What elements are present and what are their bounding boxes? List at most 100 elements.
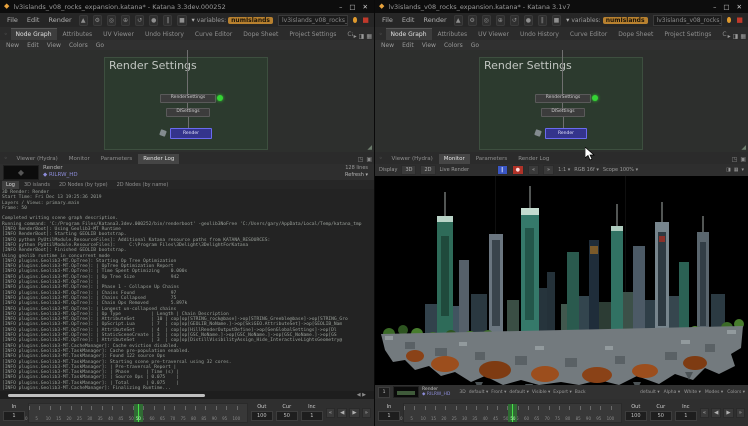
in-field[interactable]: 1 — [3, 411, 25, 421]
export-dropdown[interactable]: Export ▾ — [553, 390, 571, 395]
render-log-subtab-2[interactable]: 2D Nodes (by type) — [55, 181, 112, 189]
menu-edit[interactable]: Edit — [400, 16, 417, 24]
undo-icon[interactable]: ↺ — [510, 15, 519, 26]
main-tab-4[interactable]: Curve Editor — [565, 29, 612, 40]
minimize-button[interactable]: – — [713, 3, 716, 11]
menu-file[interactable]: File — [5, 16, 20, 24]
stop-render-icon[interactable]: ■ — [552, 15, 561, 26]
out-field[interactable]: 100 — [625, 411, 647, 421]
menu-file[interactable]: File — [380, 16, 395, 24]
main-tab-0[interactable]: Node Graph — [386, 28, 432, 40]
node-rendersettings[interactable]: RenderSettings — [535, 94, 591, 103]
scroll-arrows-icon[interactable]: ◀ ▶ — [357, 392, 366, 398]
channel-mode-dropdown[interactable]: RGB 16f ▾ — [574, 167, 599, 173]
node-view-flag-green[interactable] — [592, 95, 598, 101]
pause-render-icon[interactable]: ‖ — [538, 15, 547, 26]
panel-menu-icon[interactable]: ◦ — [379, 31, 383, 38]
step-back-button[interactable]: ◀ — [337, 408, 347, 418]
split-panel-icon[interactable]: ◨ — [733, 33, 739, 40]
pointer-tool-icon[interactable]: ▲ — [454, 15, 463, 26]
colors-dropdown[interactable]: Colors ▾ — [727, 390, 745, 395]
in-field[interactable]: 1 — [378, 411, 400, 421]
scene-filename-field[interactable]: lv3islands_v08_rocks_M — [278, 15, 348, 26]
live-render-label[interactable]: Live Render — [440, 167, 470, 173]
nodegraph-menu-item-2[interactable]: View — [47, 42, 61, 49]
frame-ruler[interactable]: 0510152025303540455055606570758085909510… — [403, 403, 622, 423]
target-icon[interactable]: ◎ — [107, 15, 116, 26]
nodegraph-menu-item-3[interactable]: Colors — [69, 42, 88, 49]
step-back-button[interactable]: ◀ — [711, 408, 721, 418]
minimize-button[interactable]: – — [339, 3, 342, 11]
main-tab-1[interactable]: Attributes — [58, 29, 98, 40]
render-log-subtab-3[interactable]: 2D Nodes (by name) — [113, 181, 173, 189]
render-log-subtab-0[interactable]: Log — [2, 181, 19, 189]
front-channel-dropdown[interactable]: default ▾ — [509, 390, 529, 395]
record-button[interactable]: ● — [512, 165, 524, 175]
main-tab-7[interactable]: Catalog — [342, 29, 352, 40]
log-horizontal-scrollbar[interactable]: ◀ ▶ — [0, 391, 374, 399]
render-dot-icon[interactable]: ● — [149, 15, 158, 26]
compare-icon[interactable]: ◨ — [726, 167, 731, 173]
visible-dropdown[interactable]: Visible ▾ — [532, 390, 550, 395]
panel-tab-3[interactable]: Render Log — [138, 154, 179, 164]
main-tab-1[interactable]: Attributes — [433, 29, 473, 40]
scene-filename-field[interactable]: lv3islands_v08_rocks_M — [653, 15, 722, 26]
main-tab-2[interactable]: UV Viewer — [473, 29, 514, 40]
panel-tab-2[interactable]: Parameters — [471, 154, 512, 164]
node-graph-canvas[interactable]: Render Settings RenderSettings DlSetting… — [375, 50, 748, 152]
node-rendersettings[interactable]: RenderSettings — [160, 94, 216, 103]
catalog-slot-field[interactable]: 1 — [378, 387, 390, 398]
add-icon[interactable]: ⊕ — [496, 15, 505, 26]
play-button[interactable]: ▶ — [349, 408, 359, 418]
title-bar[interactable]: ◆ lv3islands_v08_rocks_expansion.katana*… — [0, 0, 374, 13]
current-frame-field[interactable]: 50 — [650, 411, 672, 421]
last-frame-button[interactable]: » — [736, 408, 745, 418]
refresh-button[interactable]: Refresh ▾ — [345, 172, 368, 179]
main-tab-0[interactable]: Node Graph — [11, 28, 57, 40]
panel-menu-icon[interactable]: ◦ — [4, 155, 8, 162]
menu-render[interactable]: Render — [46, 16, 73, 24]
scrollbar-thumb[interactable] — [8, 394, 205, 397]
main-tab-4[interactable]: Curve Editor — [190, 29, 237, 40]
scope-dropdown[interactable]: Scope 100% ▾ — [603, 167, 638, 173]
split-panel-icon[interactable]: ◨ — [359, 33, 365, 40]
node-dlsettings[interactable]: DlSettings — [166, 108, 210, 117]
panel-tab-0[interactable]: Viewer (Hydra) — [12, 154, 63, 164]
layers-icon[interactable]: ▦ — [734, 167, 739, 173]
inc-field[interactable]: 1 — [301, 411, 323, 421]
pin-icon[interactable]: ◳ — [358, 156, 364, 163]
main-tab-3[interactable]: Undo History — [515, 29, 564, 40]
mode-2d-button[interactable]: 2D — [420, 165, 435, 175]
resize-corner-icon[interactable]: ◢ — [741, 144, 746, 151]
panel-tab-2[interactable]: Parameters — [96, 154, 137, 164]
next-frame-button[interactable]: » — [543, 165, 554, 175]
node-render[interactable]: Render — [170, 128, 212, 139]
current-frame-field[interactable]: 50 — [276, 411, 298, 421]
pause-button[interactable]: ‖ — [497, 165, 508, 175]
zoom-level-dropdown[interactable]: 1:1 ▾ — [558, 167, 570, 173]
ruler-tick-100[interactable]: 100 — [237, 404, 247, 422]
main-tab-2[interactable]: UV Viewer — [98, 29, 139, 40]
add-icon[interactable]: ⊕ — [121, 15, 130, 26]
pin-icon[interactable]: ◳ — [732, 156, 738, 163]
overflow-right-icon[interactable]: ▸ — [728, 33, 731, 40]
catalog-item-name[interactable]: ◆ RILRW_HD — [43, 172, 78, 179]
main-tab-3[interactable]: Undo History — [140, 29, 189, 40]
close-button[interactable]: ✕ — [363, 3, 368, 11]
variables-value[interactable]: numIslands — [603, 17, 648, 24]
variables-widget[interactable]: ▾ variables: numIslands — [566, 16, 647, 24]
grid-panel-icon[interactable]: ▦ — [740, 33, 746, 40]
monitor-options-icon[interactable]: ▾ — [741, 167, 744, 173]
maximize-button[interactable]: □ — [723, 3, 729, 11]
variables-value[interactable]: numIslands — [228, 17, 273, 24]
render-dot-icon[interactable]: ● — [524, 15, 533, 26]
panel-tab-1[interactable]: Monitor — [64, 154, 95, 164]
render-thumbnail[interactable]: ◆ — [3, 165, 39, 180]
back-channel-dropdown[interactable]: default ▾ — [640, 390, 660, 395]
modes-dropdown[interactable]: Modes ▾ — [705, 390, 723, 395]
panel-menu-icon[interactable]: ◦ — [379, 155, 383, 162]
menu-edit[interactable]: Edit — [25, 16, 42, 24]
variables-widget[interactable]: ▾ variables: numIslands — [192, 16, 273, 24]
overflow-right-icon[interactable]: ▸ — [354, 33, 357, 40]
last-frame-button[interactable]: » — [362, 408, 371, 418]
